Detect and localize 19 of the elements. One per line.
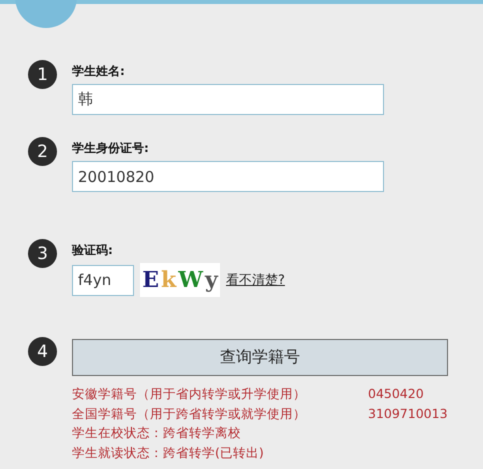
captcha-field[interactable]: f4yn (72, 264, 134, 296)
refresh-captcha-link[interactable]: 看不清楚? (226, 271, 285, 289)
field-label: 学生姓名: (72, 63, 126, 80)
result-value: 0450420 (368, 385, 424, 403)
captcha-image: EkWy (140, 263, 220, 297)
result-label: 学生在校状态：跨省转学离校 (72, 424, 241, 442)
result-value: 3109710013 (368, 404, 448, 422)
result-label: 安徽学籍号（用于省内转学或升学使用） (72, 385, 306, 403)
result-label: 学生就读状态：跨省转学(已转出) (72, 444, 264, 462)
input-field[interactable]: 20010820 (72, 161, 384, 192)
field-label: 验证码: (72, 242, 114, 259)
input-field[interactable]: 韩 (72, 84, 384, 115)
step-number: 3 (28, 239, 57, 268)
step-number: 4 (28, 337, 57, 366)
step-number: 2 (28, 137, 57, 166)
field-label: 学生身份证号: (72, 140, 150, 157)
result-label: 全国学籍号（用于跨省转学或就学使用） (72, 404, 306, 422)
query-button[interactable]: 查询学籍号 (72, 339, 448, 376)
step-number: 1 (28, 60, 57, 89)
